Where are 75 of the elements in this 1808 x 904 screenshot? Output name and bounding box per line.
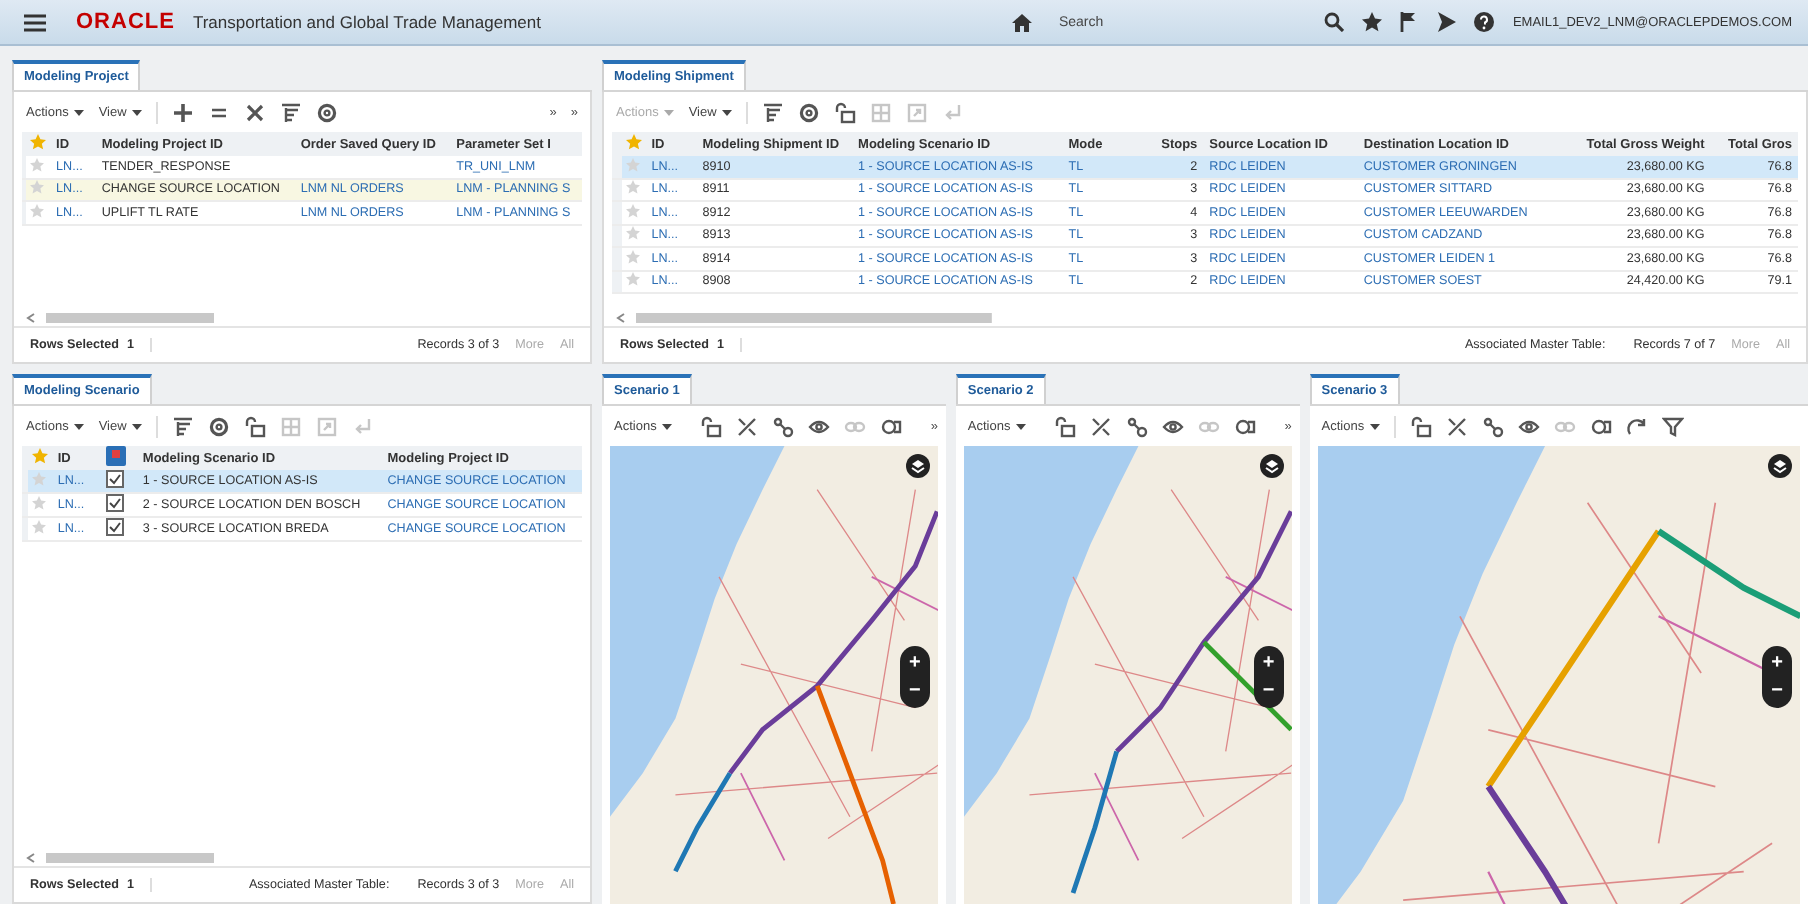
lock-icon[interactable] xyxy=(1410,415,1433,437)
connect-icon[interactable] xyxy=(772,415,795,437)
caret-icon xyxy=(1370,423,1381,429)
flag-icon[interactable] xyxy=(1400,12,1419,32)
tools-icon[interactable] xyxy=(736,415,759,437)
zoom-in-button[interactable]: + xyxy=(899,650,930,676)
send-icon[interactable] xyxy=(1436,12,1457,32)
stack-icon[interactable] xyxy=(1234,415,1257,437)
map-drawing[interactable] xyxy=(610,446,938,904)
stack-icon[interactable] xyxy=(880,415,903,437)
caret-icon xyxy=(664,109,675,115)
tools-icon[interactable] xyxy=(1446,415,1469,437)
columns-icon[interactable] xyxy=(762,101,785,123)
favorite-star-icon[interactable] xyxy=(31,496,46,510)
checkbox[interactable] xyxy=(106,494,125,512)
caret-icon xyxy=(662,423,673,429)
layers-icon[interactable] xyxy=(1259,454,1284,478)
favorite-star-icon[interactable] xyxy=(625,272,640,287)
favorite-column-icon xyxy=(31,448,48,464)
checkbox[interactable] xyxy=(106,470,125,488)
columns-icon[interactable] xyxy=(280,101,303,123)
star-icon[interactable] xyxy=(1362,12,1383,32)
zoom-out-button[interactable]: − xyxy=(1762,678,1793,704)
stack-icon[interactable] xyxy=(1590,415,1613,437)
filter-icon[interactable] xyxy=(1662,415,1685,437)
settings-icon[interactable] xyxy=(316,101,339,123)
menu-icon[interactable] xyxy=(24,13,46,31)
app-title: Transportation and Global Trade Management xyxy=(192,12,541,32)
zoom-in-button[interactable]: + xyxy=(1762,650,1793,676)
caret-icon xyxy=(74,109,85,115)
favorite-star-icon[interactable] xyxy=(30,157,45,172)
connect-icon[interactable] xyxy=(1482,415,1505,437)
home-icon[interactable] xyxy=(1012,13,1033,31)
caret-icon xyxy=(722,109,733,115)
help-icon[interactable] xyxy=(1474,12,1495,32)
favorite-star-icon[interactable] xyxy=(625,157,640,172)
lock-icon[interactable] xyxy=(700,415,723,437)
zoom-in-button[interactable]: + xyxy=(1253,650,1284,676)
lock-icon[interactable] xyxy=(834,101,857,123)
checkbox-column-icon[interactable] xyxy=(106,446,127,466)
delete-icon[interactable] xyxy=(244,101,267,123)
layers-icon[interactable] xyxy=(905,454,930,478)
zoom-out-button[interactable]: − xyxy=(1253,678,1284,704)
caret-icon xyxy=(1016,423,1027,429)
favorite-star-icon[interactable] xyxy=(31,520,46,534)
favorite-column-icon xyxy=(30,134,47,150)
eye-icon[interactable] xyxy=(1518,415,1541,437)
layers-icon[interactable] xyxy=(1768,454,1793,478)
lock-icon[interactable] xyxy=(1054,415,1077,437)
eye-icon[interactable] xyxy=(1162,415,1185,437)
caret-icon xyxy=(74,423,85,429)
settings-icon[interactable] xyxy=(208,415,231,437)
connect-icon[interactable] xyxy=(1126,415,1149,437)
settings-icon[interactable] xyxy=(798,101,821,123)
lock-icon[interactable] xyxy=(244,415,267,437)
plus-icon[interactable] xyxy=(172,101,195,123)
columns-icon[interactable] xyxy=(172,415,195,437)
search-icon[interactable] xyxy=(1324,12,1345,32)
checkbox[interactable] xyxy=(106,518,125,536)
rotate-icon[interactable] xyxy=(1626,415,1649,437)
favorite-star-icon[interactable] xyxy=(30,203,45,218)
favorite-star-icon[interactable] xyxy=(30,180,45,195)
tools-icon[interactable] xyxy=(1090,415,1113,437)
favorite-column-icon xyxy=(625,134,642,150)
favorite-star-icon[interactable] xyxy=(31,472,46,486)
logo[interactable]: ORACLE xyxy=(76,10,175,34)
caret-icon xyxy=(132,109,143,115)
map-drawing[interactable] xyxy=(963,446,1292,904)
favorite-star-icon[interactable] xyxy=(625,180,640,195)
caret-icon xyxy=(132,423,143,429)
favorite-star-icon[interactable] xyxy=(625,203,640,218)
favorite-star-icon[interactable] xyxy=(625,226,640,241)
favorite-star-icon[interactable] xyxy=(625,249,640,264)
eye-icon[interactable] xyxy=(808,415,831,437)
zoom-out-button[interactable]: − xyxy=(899,678,930,704)
